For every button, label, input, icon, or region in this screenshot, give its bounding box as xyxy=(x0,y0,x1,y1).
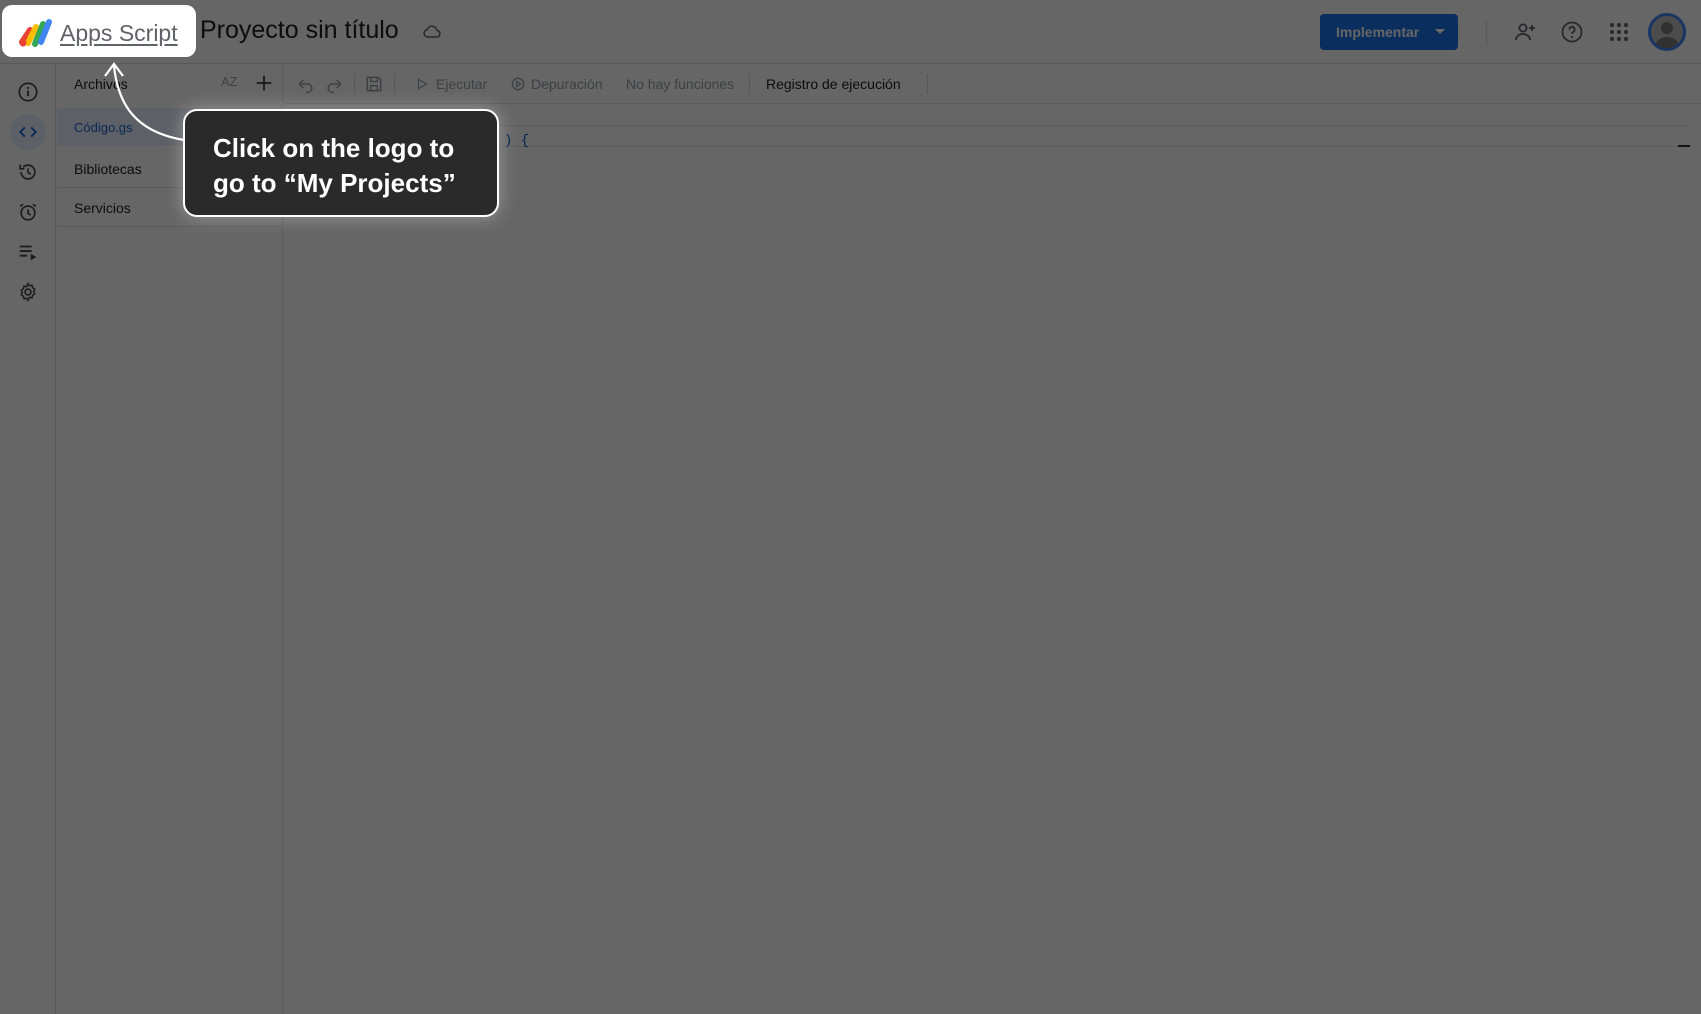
add-person-icon[interactable] xyxy=(1513,20,1537,44)
code-text: ) { xyxy=(504,133,530,149)
debug-button[interactable]: Depuración xyxy=(531,76,603,92)
apps-grid-icon[interactable] xyxy=(1607,20,1631,44)
rail-settings-button[interactable] xyxy=(10,274,46,310)
run-button[interactable]: Ejecutar xyxy=(436,76,487,92)
function-select[interactable]: No hay funciones xyxy=(626,76,734,92)
services-label: Servicios xyxy=(74,199,131,216)
play-icon xyxy=(417,78,428,90)
apps-script-logo-text[interactable]: Apps Script xyxy=(60,20,178,47)
code-icon xyxy=(18,126,38,138)
redo-icon[interactable] xyxy=(324,74,344,94)
toolbar-divider xyxy=(927,74,928,94)
libraries-label: Bibliotecas xyxy=(74,160,142,177)
rail-history-button[interactable] xyxy=(10,154,46,190)
help-icon[interactable] xyxy=(1560,20,1584,44)
apps-script-logo-icon xyxy=(19,19,52,47)
deploy-button-label: Implementar xyxy=(1336,24,1420,40)
cloud-save-icon xyxy=(423,25,441,38)
rail-triggers-button[interactable] xyxy=(10,194,46,230)
sort-az-button[interactable]: AZ xyxy=(221,74,238,89)
coachmark-text: Click on the logo to go to “My Projects” xyxy=(213,133,456,198)
file-item-label: Código.gs xyxy=(74,119,133,135)
toolbar-divider xyxy=(749,74,750,94)
add-file-icon[interactable] xyxy=(253,72,275,94)
files-title: Archivos xyxy=(74,76,128,92)
executions-icon xyxy=(19,245,37,261)
save-icon[interactable] xyxy=(364,74,384,94)
chevron-down-icon[interactable] xyxy=(1422,14,1458,50)
scrollbar-marker[interactable] xyxy=(1678,145,1690,147)
header-divider xyxy=(1486,20,1487,46)
rail-overview-button[interactable] xyxy=(10,74,46,110)
project-title[interactable]: Proyecto sin título xyxy=(200,16,399,45)
toolbar-divider xyxy=(394,74,395,94)
info-icon xyxy=(18,82,38,102)
top-header: Proyecto sin título Implementar xyxy=(0,0,1701,64)
debug-icon xyxy=(511,77,525,91)
toolbar-divider xyxy=(354,74,355,94)
undo-icon[interactable] xyxy=(296,74,316,94)
rail-editor-button[interactable] xyxy=(10,114,46,150)
deploy-button[interactable]: Implementar xyxy=(1320,14,1458,50)
execution-log-button[interactable]: Registro de ejecución xyxy=(766,76,901,92)
code-editor[interactable]: ) { xyxy=(284,105,1690,1014)
avatar[interactable] xyxy=(1648,13,1686,51)
alarm-icon xyxy=(19,203,37,221)
left-nav-rail xyxy=(0,64,56,1014)
rail-executions-button[interactable] xyxy=(10,234,46,270)
coachmark-tooltip: Click on the logo to go to “My Projects” xyxy=(183,109,499,217)
apps-script-logo[interactable]: Apps Script xyxy=(18,16,178,50)
editor-toolbar: Ejecutar Depuración No hay funciones Reg… xyxy=(284,64,1701,104)
history-icon xyxy=(19,164,36,180)
settings-icon xyxy=(20,282,36,302)
